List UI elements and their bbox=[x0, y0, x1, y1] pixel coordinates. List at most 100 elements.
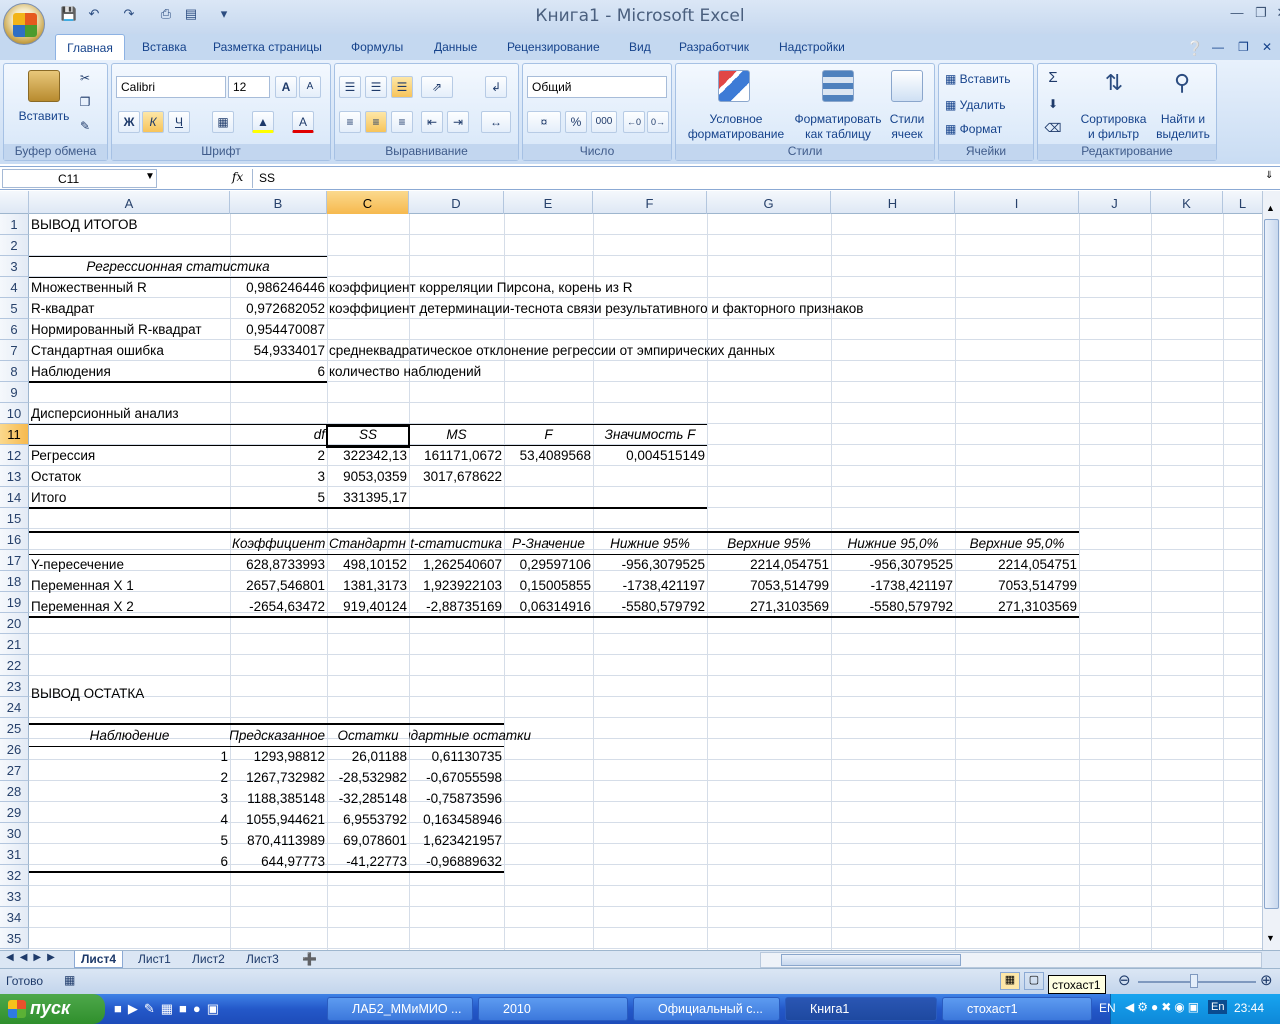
row-header[interactable]: 19 bbox=[0, 592, 29, 613]
cell-b6[interactable]: 0,954470087 bbox=[230, 319, 327, 340]
column-header[interactable]: F bbox=[593, 191, 707, 214]
vertical-scroll-thumb[interactable] bbox=[1264, 219, 1279, 909]
row-header[interactable]: 20 bbox=[0, 613, 29, 634]
paste-icon[interactable] bbox=[28, 70, 60, 102]
format-as-table-label[interactable]: Форматировать bbox=[788, 112, 888, 127]
copy-icon[interactable]: ❐ bbox=[74, 92, 96, 114]
cell-a5[interactable]: R-квадрат bbox=[29, 298, 230, 319]
sort-filter-label[interactable]: Сортировка bbox=[1076, 112, 1151, 127]
table-cell[interactable]: 0,29597106 bbox=[504, 554, 593, 575]
align-top-icon[interactable]: ☰ bbox=[339, 76, 361, 98]
table-cell[interactable]: 1267,732982 bbox=[230, 767, 327, 788]
table-cell[interactable]: 3 bbox=[29, 788, 230, 809]
cell-b4[interactable]: 0,986246446 bbox=[230, 277, 327, 298]
table-cell[interactable]: 1,623421957 bbox=[409, 830, 504, 851]
cell-g16[interactable]: Верхние 95% bbox=[707, 533, 831, 554]
row-header[interactable]: 25 bbox=[0, 718, 29, 739]
cell-b8[interactable]: 6 bbox=[230, 361, 327, 382]
tab-review[interactable]: Рецензирование bbox=[507, 40, 600, 54]
cell-b14[interactable]: 5 bbox=[230, 487, 327, 508]
taskbar-item-lab2[interactable]: ЛАБ2_ММиМИО ... bbox=[327, 997, 473, 1021]
cell-e11[interactable]: F bbox=[504, 424, 593, 445]
column-header[interactable]: B bbox=[230, 191, 327, 214]
zoom-slider-handle[interactable] bbox=[1190, 974, 1198, 988]
select-all-corner[interactable] bbox=[0, 191, 29, 214]
tray-lang[interactable]: EN bbox=[1099, 1001, 1116, 1015]
conditional-format-label[interactable]: Условное bbox=[680, 112, 792, 127]
font-color-button[interactable]: A bbox=[292, 111, 314, 133]
cell-a8[interactable]: Наблюдения bbox=[29, 361, 230, 382]
column-header[interactable]: I bbox=[955, 191, 1079, 214]
table-cell[interactable]: 69,078601 bbox=[327, 830, 409, 851]
page-layout-view-icon[interactable]: ▢ bbox=[1024, 972, 1044, 990]
cut-icon[interactable]: ✂ bbox=[74, 68, 96, 90]
row-header[interactable]: 21 bbox=[0, 634, 29, 655]
cell-styles-icon[interactable] bbox=[891, 70, 923, 102]
increase-decimal-icon[interactable]: ←0 bbox=[623, 111, 645, 133]
table-cell[interactable]: -28,532982 bbox=[327, 767, 409, 788]
row-header[interactable]: 1 bbox=[0, 214, 29, 235]
cell-b7[interactable]: 54,9334017 bbox=[230, 340, 327, 361]
column-header[interactable]: D bbox=[409, 191, 504, 214]
cell-a13[interactable]: Остаток bbox=[29, 466, 230, 487]
decrease-decimal-icon[interactable]: 0→ bbox=[647, 111, 669, 133]
cell-h16[interactable]: Нижние 95,0% bbox=[831, 533, 955, 554]
horizontal-scroll-thumb[interactable] bbox=[781, 954, 961, 966]
cell-e16[interactable]: P-Значение bbox=[504, 533, 593, 554]
row-header[interactable]: 7 bbox=[0, 340, 29, 361]
expand-formula-icon[interactable]: ⇓ bbox=[1265, 170, 1273, 181]
cell-b16[interactable]: Коэффициент bbox=[230, 533, 327, 554]
table-cell[interactable]: 0,15005855 bbox=[504, 575, 593, 596]
table-cell[interactable]: 1188,385148 bbox=[230, 788, 327, 809]
print-icon[interactable]: ⎙ bbox=[157, 6, 175, 24]
zoom-out-icon[interactable]: ⊖ bbox=[1118, 971, 1131, 989]
delete-cells-button[interactable]: ▦ Удалить bbox=[945, 98, 1006, 113]
taskbar-item-browser[interactable]: Официальный с... bbox=[633, 997, 780, 1021]
insert-sheet-icon[interactable]: ➕ bbox=[296, 951, 323, 968]
grow-font-button[interactable]: A bbox=[275, 76, 297, 98]
table-cell[interactable]: -0,67055598 bbox=[409, 767, 504, 788]
table-cell[interactable]: Y-пересечение bbox=[29, 554, 230, 575]
table-cell[interactable]: 1,923922103 bbox=[409, 575, 504, 596]
cell-b25[interactable]: Предсказанное bbox=[230, 725, 327, 746]
table-cell[interactable]: 498,10152 bbox=[327, 554, 409, 575]
cell-a14[interactable]: Итого bbox=[29, 487, 230, 508]
customize-qat-icon[interactable]: ▾ bbox=[215, 6, 233, 24]
zoom-in-icon[interactable]: ⊕ bbox=[1260, 971, 1273, 989]
align-center-icon[interactable]: ≡ bbox=[365, 111, 387, 133]
taskbar-item-stoch[interactable]: стохаст1 bbox=[942, 997, 1092, 1021]
bold-button[interactable]: Ж bbox=[118, 111, 140, 133]
tray-icons[interactable]: ◀⚙●✖◉▣ bbox=[1125, 1000, 1202, 1014]
table-cell[interactable]: 2 bbox=[29, 767, 230, 788]
row-header[interactable]: 29 bbox=[0, 802, 29, 823]
table-cell[interactable]: -0,96889632 bbox=[409, 851, 504, 872]
cell-b5[interactable]: 0,972682052 bbox=[230, 298, 327, 319]
column-header[interactable]: H bbox=[831, 191, 955, 214]
formula-input[interactable]: SS bbox=[252, 169, 1262, 188]
tab-home[interactable]: Главная bbox=[55, 34, 125, 60]
row-header[interactable]: 27 bbox=[0, 760, 29, 781]
cell-b12[interactable]: 2 bbox=[230, 445, 327, 466]
sheet-tab[interactable]: Лист2 bbox=[186, 951, 231, 968]
table-cell[interactable]: 5 bbox=[29, 830, 230, 851]
row-header[interactable]: 4 bbox=[0, 277, 29, 298]
table-cell[interactable]: 1 bbox=[29, 746, 230, 767]
merge-center-icon[interactable]: ↔ bbox=[481, 111, 511, 133]
row-header[interactable]: 34 bbox=[0, 907, 29, 928]
row-header[interactable]: 6 bbox=[0, 319, 29, 340]
row-header[interactable]: 30 bbox=[0, 823, 29, 844]
quick-launch-icons[interactable]: ■▶✎▦■●▣ bbox=[114, 1001, 225, 1017]
font-name-combo[interactable]: Calibri bbox=[116, 76, 226, 98]
name-box[interactable]: C11 bbox=[2, 169, 157, 188]
cell-a1[interactable]: ВЫВОД ИТОГОВ bbox=[29, 214, 230, 235]
row-header[interactable]: 33 bbox=[0, 886, 29, 907]
cell-d13[interactable]: 3017,678622 bbox=[409, 466, 504, 487]
fx-button[interactable]: fx bbox=[232, 170, 243, 184]
table-cell[interactable]: -5580,579792 bbox=[831, 596, 955, 617]
cell-i16[interactable]: Верхние 95,0% bbox=[955, 533, 1079, 554]
table-cell[interactable]: 4 bbox=[29, 809, 230, 830]
format-cells-button[interactable]: ▦ Формат bbox=[945, 122, 1002, 137]
table-cell[interactable]: 271,3103569 bbox=[955, 596, 1079, 617]
sort-filter-label-2[interactable]: и фильтр bbox=[1076, 127, 1151, 142]
table-cell[interactable]: 7053,514799 bbox=[707, 575, 831, 596]
